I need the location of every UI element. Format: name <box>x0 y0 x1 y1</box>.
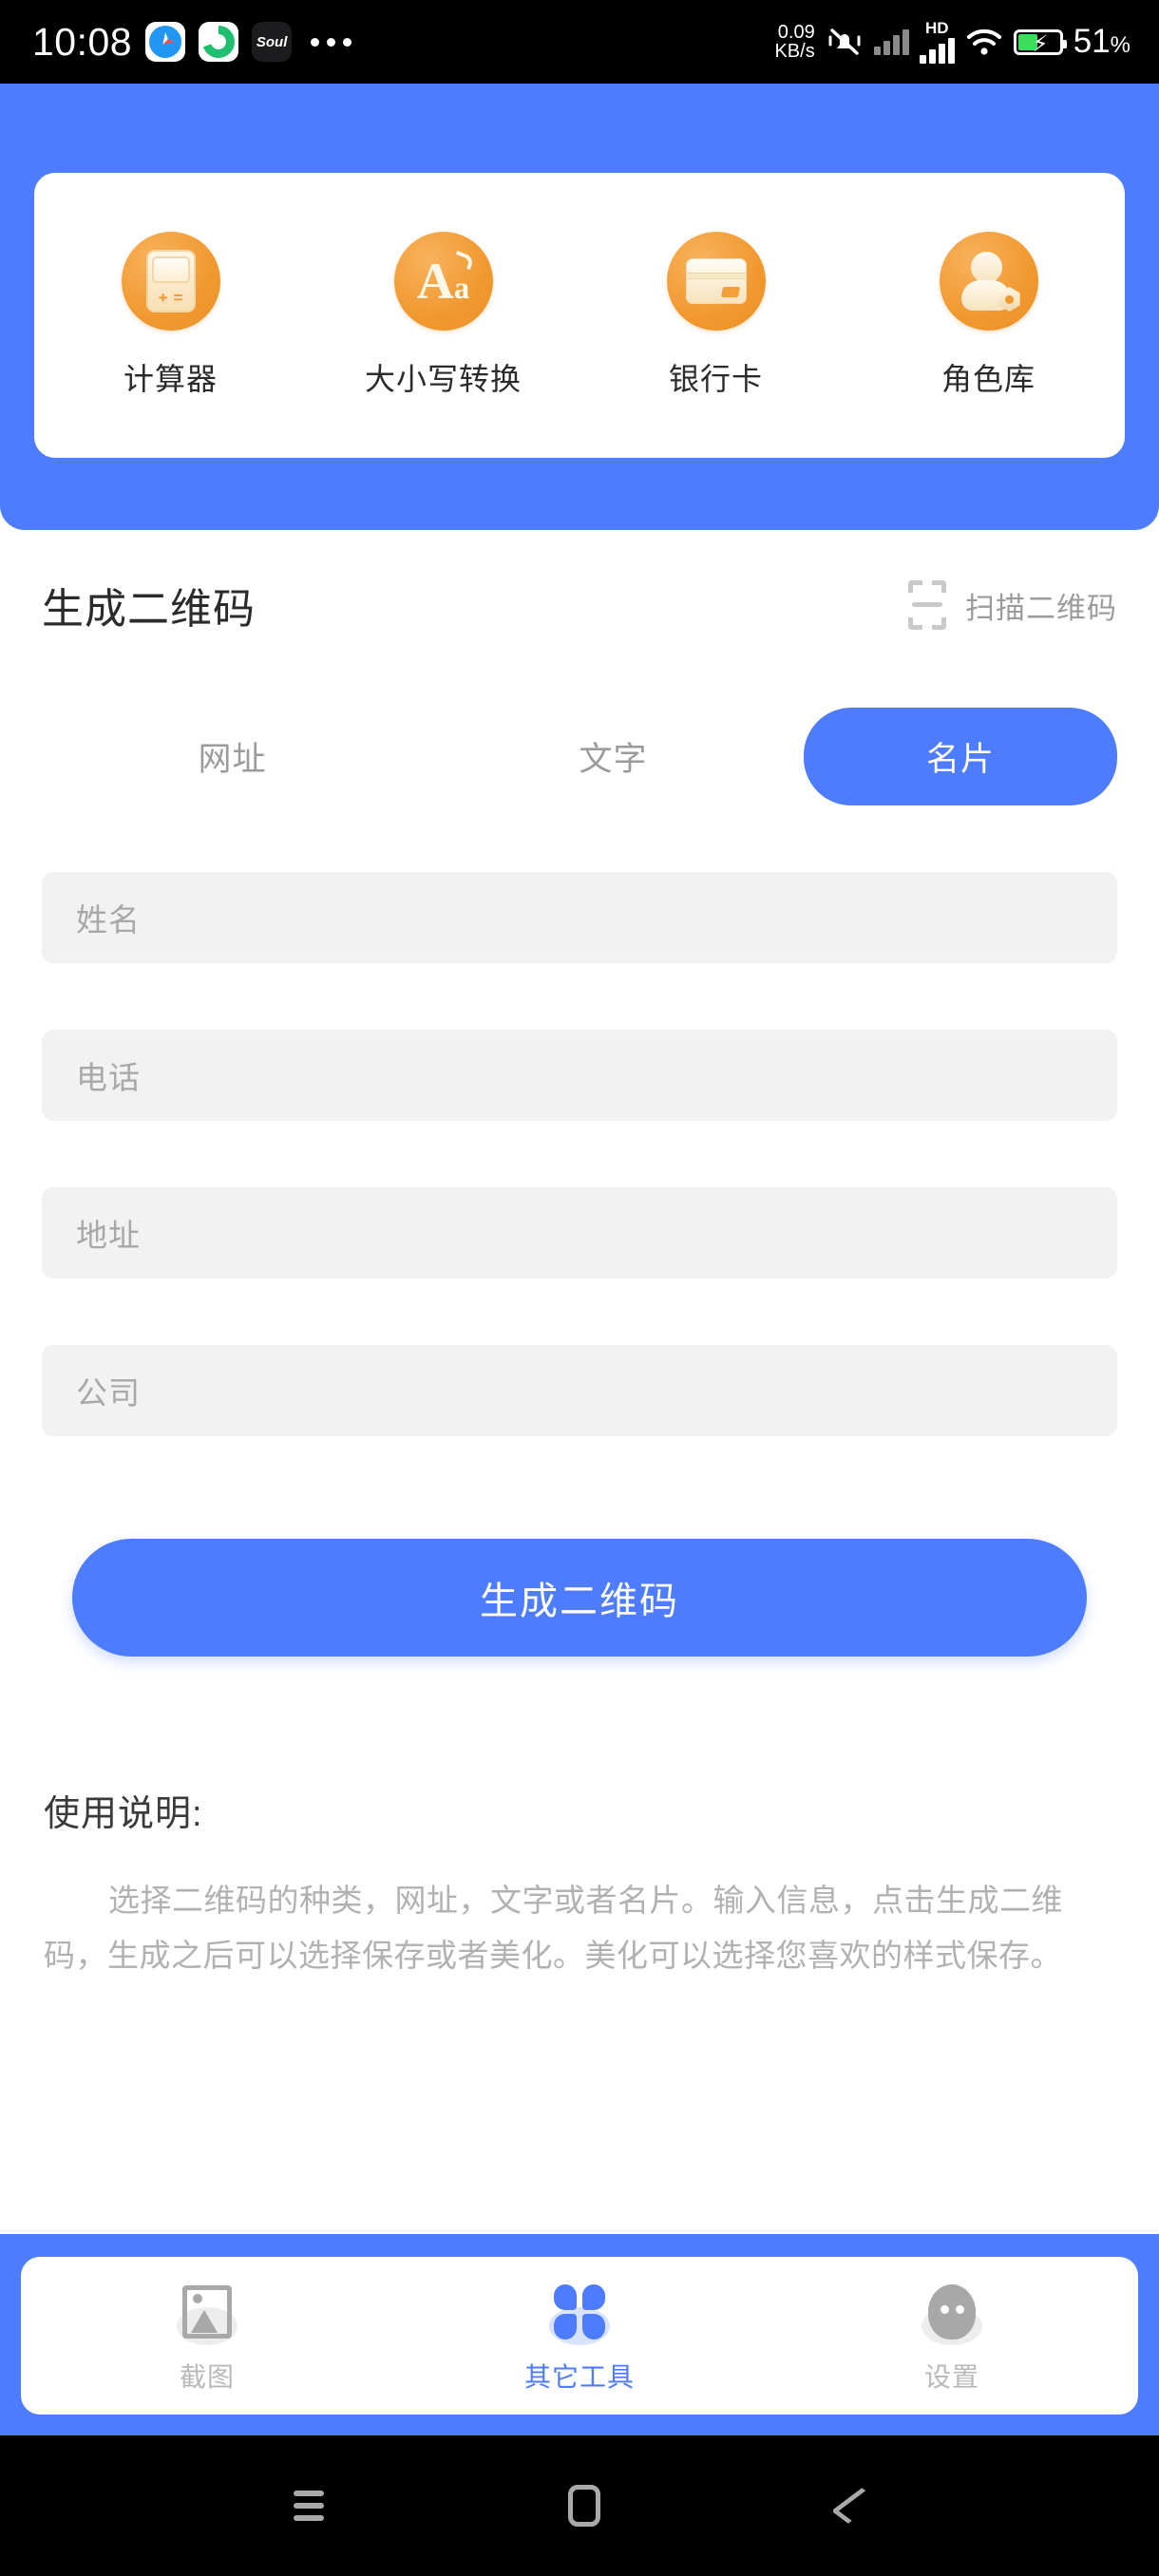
android-nav-bar <box>0 2435 1159 2576</box>
phone-field-placeholder: 电话 <box>76 1060 141 1095</box>
tool-item-case-convert[interactable]: Aa 大小写转换 <box>332 232 555 399</box>
qr-type-tabs: 网址 文字 名片 <box>0 708 1159 805</box>
status-time: 10:08 <box>32 19 133 64</box>
network-speed-value: 0.09 <box>777 22 815 43</box>
generate-qr-button[interactable]: 生成二维码 <box>72 1539 1087 1657</box>
nav-item-settings[interactable]: 设置 <box>766 2277 1138 2395</box>
back-icon[interactable] <box>831 2488 880 2524</box>
divider <box>0 2230 1159 2231</box>
scan-qr-button[interactable]: 扫描二维码 <box>908 580 1117 630</box>
tools-icon <box>542 2277 618 2347</box>
address-field-placeholder: 地址 <box>76 1218 141 1253</box>
page-title: 生成二维码 <box>42 586 256 633</box>
company-field[interactable]: 公司 <box>42 1345 1117 1436</box>
case-convert-icon: Aa <box>393 232 493 331</box>
tool-label: 角色库 <box>940 362 1036 396</box>
status-bar-left: 10:08 Soul <box>32 20 352 65</box>
tool-item-role-library[interactable]: 角色库 <box>877 232 1100 399</box>
tab-text[interactable]: 文字 <box>423 708 804 805</box>
business-card-form: 姓名 电话 地址 公司 <box>0 872 1159 1503</box>
no-signal-icon <box>873 28 909 55</box>
tool-label: 大小写转换 <box>364 362 522 396</box>
screenshot-icon <box>169 2277 245 2347</box>
nav-item-screenshot[interactable]: 截图 <box>21 2277 393 2395</box>
tool-label: 银行卡 <box>668 362 763 396</box>
settings-icon <box>914 2277 990 2347</box>
status-bar: 10:08 Soul 0.09 KB/s HD ⚡ 51% <box>0 0 1159 84</box>
nav-item-other-tools[interactable]: 其它工具 <box>393 2277 766 2395</box>
company-field-placeholder: 公司 <box>76 1375 141 1411</box>
hd-label: HD <box>924 19 949 37</box>
mute-vibrate-icon <box>828 28 861 55</box>
usage-title: 使用说明: <box>44 1794 203 1834</box>
bottom-nav: 截图 其它工具 设置 <box>21 2257 1138 2415</box>
home-icon[interactable] <box>567 2485 600 2527</box>
name-field-placeholder: 姓名 <box>76 902 141 938</box>
green-spiral-icon <box>199 22 239 62</box>
tab-business-card[interactable]: 名片 <box>804 708 1117 805</box>
battery-charging-icon: ⚡ <box>1013 28 1067 57</box>
phone-screen: 10:08 Soul 0.09 KB/s HD ⚡ 51% + = 计算器 Aa… <box>0 0 1159 2576</box>
tab-url[interactable]: 网址 <box>42 708 423 805</box>
tool-label: 计算器 <box>123 362 218 396</box>
address-field[interactable]: 地址 <box>42 1187 1117 1279</box>
qr-section-header: 生成二维码 扫描二维码 <box>0 575 1159 635</box>
battery-percent: 51% <box>1073 23 1130 60</box>
tool-item-calculator[interactable]: + = 计算器 <box>59 232 282 399</box>
nav-label: 截图 <box>179 2362 235 2392</box>
status-bar-right: 0.09 KB/s HD ⚡ 51% <box>774 20 1130 64</box>
calculator-icon: + = <box>121 232 220 331</box>
wifi-icon <box>966 28 1001 55</box>
scan-qr-label: 扫描二维码 <box>965 591 1117 625</box>
usage-body: 选择二维码的种类，网址，文字或者名片。输入信息，点击生成二维码，生成之后可以选择… <box>44 1883 1063 1973</box>
nav-label: 设置 <box>923 2362 979 2392</box>
name-field[interactable]: 姓名 <box>42 872 1117 963</box>
safari-icon <box>145 22 186 62</box>
network-speed: 0.09 KB/s <box>774 23 814 61</box>
soul-icon: Soul <box>252 22 293 62</box>
tools-card: + = 计算器 Aa 大小写转换 银行卡 角色库 <box>34 173 1125 458</box>
bank-card-icon <box>666 232 766 331</box>
nav-label: 其它工具 <box>523 2362 635 2392</box>
scan-qr-icon <box>908 580 946 630</box>
role-library-icon <box>939 232 1038 331</box>
phone-field[interactable]: 电话 <box>42 1030 1117 1121</box>
hd-signal-icon: HD <box>919 19 955 64</box>
more-notifications-icon <box>311 37 352 47</box>
network-speed-unit: KB/s <box>774 41 815 62</box>
tool-item-bank-card[interactable]: 银行卡 <box>604 232 827 399</box>
menu-icon[interactable] <box>293 2491 324 2521</box>
